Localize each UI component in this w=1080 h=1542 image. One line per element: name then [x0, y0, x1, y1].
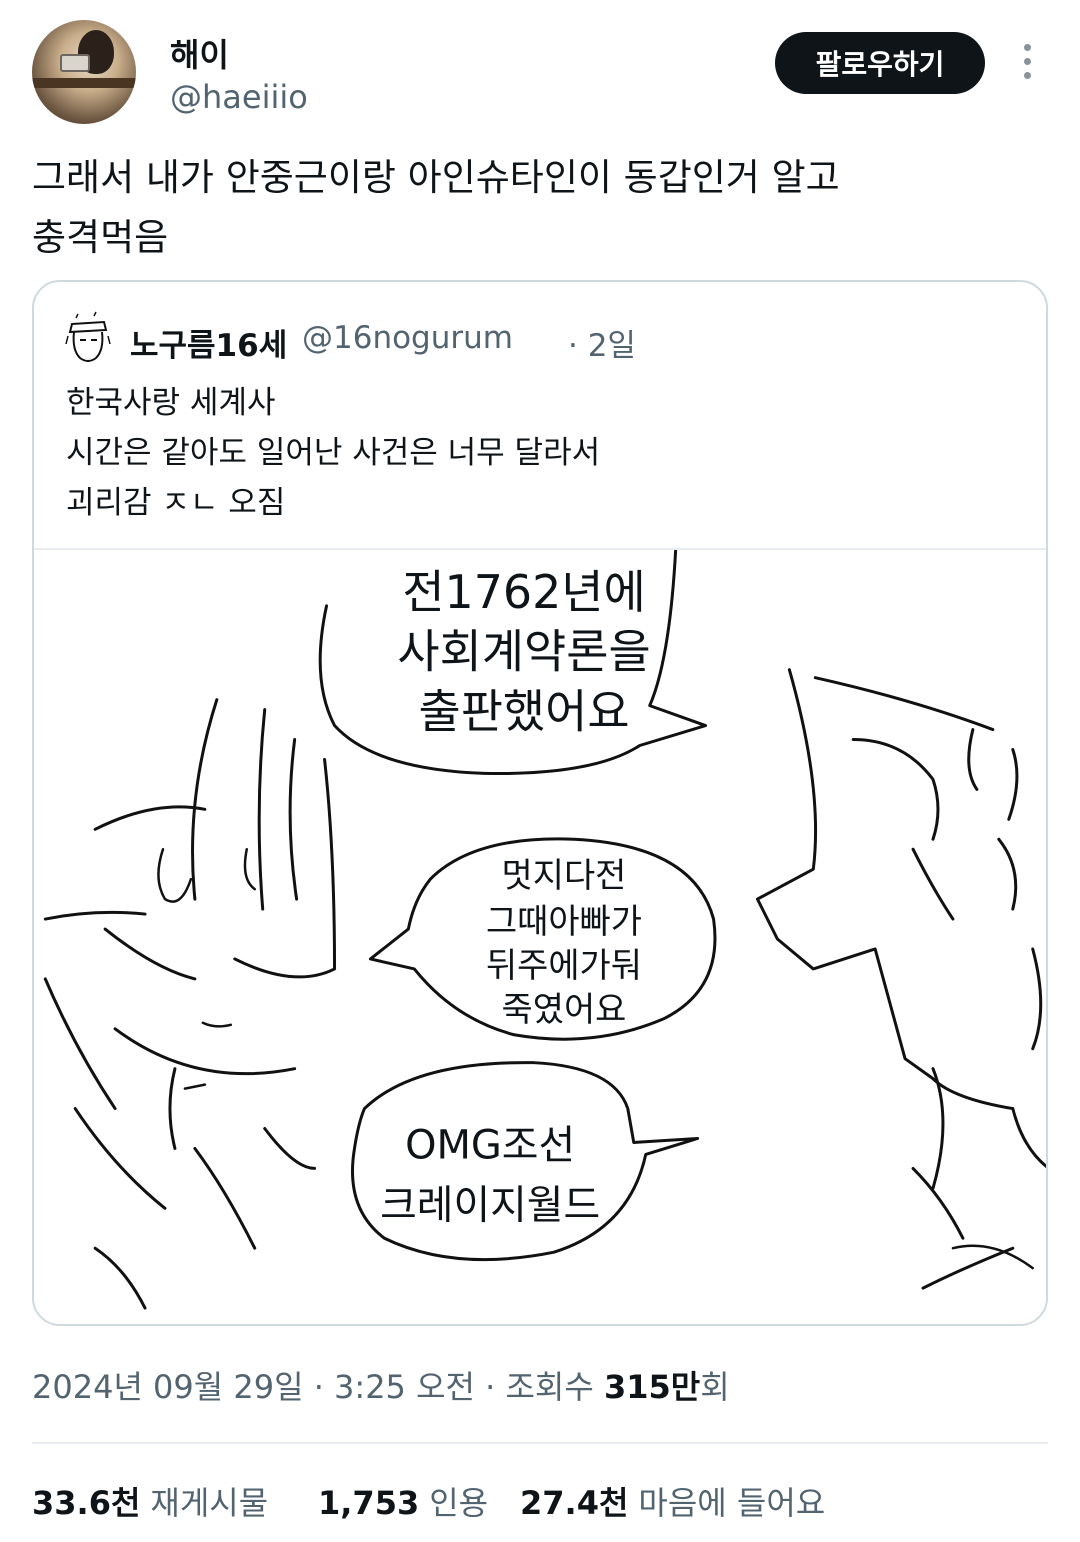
- quotes-count: 1,753: [318, 1484, 420, 1522]
- author-handle[interactable]: @haeiiio: [170, 78, 308, 116]
- tweet-text-line: 충격먹음: [32, 216, 169, 259]
- tweet-meta: 2024년 09월 29일 · 3:25 오전 · 조회수 315만회: [32, 1362, 730, 1408]
- view-suffix: 회: [700, 1368, 730, 1406]
- bubble-3-line: OMG조선: [405, 1122, 575, 1168]
- bubble-3-line: 크레이지월드: [380, 1182, 600, 1228]
- quoted-comic-image[interactable]: 전1762년에 사회계약론을 출판했어요 멋지다전 그때아빠가 뒤주에가둬 죽였…: [34, 548, 1048, 1326]
- speech-bubble-1-text: 전1762년에 사회계약론을 출판했어요: [397, 565, 650, 739]
- bubble-2-line: 멋지다전: [502, 856, 627, 895]
- retweets-stat[interactable]: 33.6천 재게시물: [32, 1478, 268, 1524]
- quoted-author-name[interactable]: 노구름16세: [130, 320, 287, 365]
- tweet-stats: 33.6천 재게시물 1,753 인용 27.4천 마음에 들어요: [32, 1478, 1048, 1528]
- author-display-name[interactable]: 해이: [170, 30, 229, 76]
- quoted-tweet-text: 한국사랑 세계사 시간은 같아도 일어난 사건은 너무 달라서 괴리감 ㅈㄴ 오…: [66, 378, 600, 528]
- likes-label: 마음에 들어요: [638, 1484, 826, 1522]
- follow-button[interactable]: 팔로우하기: [775, 32, 985, 94]
- quoted-tweet-time[interactable]: · 2일: [568, 320, 636, 365]
- avatar-shelf: [32, 78, 136, 88]
- bubble-1-line: 전1762년에: [402, 565, 645, 619]
- quoted-tweet-header: 노구름16세 @16nogurum · 2일: [64, 310, 1024, 368]
- avatar-camera: [60, 54, 90, 72]
- divider: [32, 1442, 1048, 1444]
- quoted-text-line: 괴리감 ㅈㄴ 오짐: [66, 485, 286, 521]
- bubble-1-line: 출판했어요: [419, 685, 630, 739]
- tweet-date[interactable]: 2024년 09월 29일 · 3:25 오전 · 조회수: [32, 1368, 604, 1406]
- quoted-author-handle[interactable]: @16nogurum: [302, 320, 513, 356]
- quoted-text-line: 시간은 같아도 일어난 사건은 너무 달라서: [66, 435, 601, 471]
- retweets-count: 33.6천: [32, 1484, 141, 1522]
- more-vertical-icon[interactable]: [1012, 44, 1042, 84]
- quoted-author-avatar[interactable]: [64, 310, 112, 366]
- bubble-2-line: 뒤주에가둬: [486, 946, 642, 985]
- bubble-2-line: 그때아빠가: [486, 902, 642, 941]
- quotes-label: 인용: [429, 1484, 489, 1522]
- retweets-label: 재게시물: [150, 1484, 269, 1522]
- tweet-text-line: 그래서 내가 안중근이랑 아인슈타인이 동갑인거 알고: [32, 156, 840, 199]
- likes-stat[interactable]: 27.4천 마음에 들어요: [520, 1478, 825, 1524]
- likes-count: 27.4천: [520, 1484, 629, 1522]
- bubble-1-line: 사회계약론을: [397, 625, 650, 679]
- tweet-header: 해이 @haeiiio 팔로우하기: [32, 20, 1048, 128]
- quotes-stat[interactable]: 1,753 인용: [318, 1478, 488, 1524]
- quoted-tweet[interactable]: 노구름16세 @16nogurum · 2일 한국사랑 세계사 시간은 같아도 …: [32, 280, 1048, 1326]
- tweet-text: 그래서 내가 안중근이랑 아인슈타인이 동갑인거 알고 충격먹음: [32, 148, 1032, 268]
- quoted-text-line: 한국사랑 세계사: [66, 385, 276, 421]
- author-avatar[interactable]: [32, 20, 136, 124]
- view-count: 315만: [603, 1368, 701, 1406]
- bubble-2-line: 죽였어요: [502, 990, 627, 1029]
